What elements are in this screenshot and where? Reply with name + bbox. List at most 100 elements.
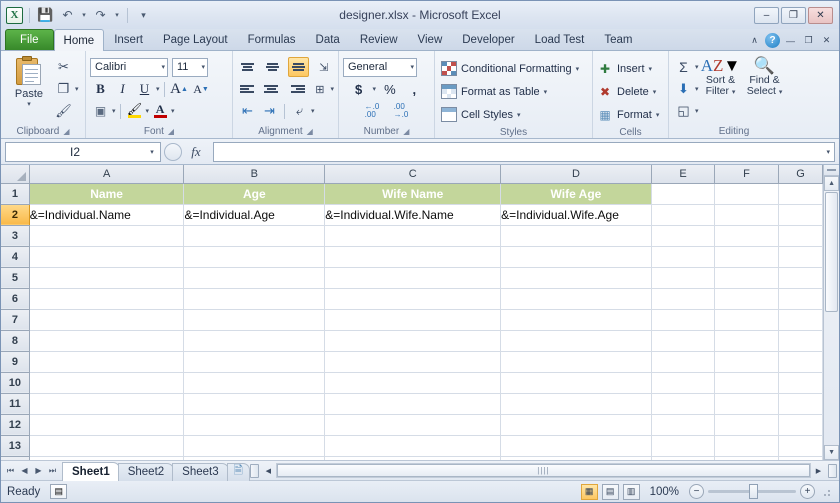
cell-G2[interactable] [778,204,824,226]
workbook-restore-icon[interactable]: ❐ [801,35,816,46]
insert-cells-button[interactable]: ✚ Insert ▾ [597,57,664,80]
cell-C5[interactable] [324,267,502,289]
cell-B5[interactable] [183,267,326,289]
fill-color-icon[interactable]: 🖌 [125,101,145,122]
delete-cells-button[interactable]: ✖ Delete ▾ [597,80,664,103]
format-caret-icon[interactable]: ▾ [656,111,660,119]
merge-caret-icon[interactable]: ▾ [331,85,335,93]
tab-view[interactable]: View [408,29,453,50]
help-icon[interactable]: ? [765,33,780,48]
row-header-2[interactable]: 2 [1,204,30,226]
horizontal-scroll-thumb[interactable]: |||| [276,464,810,477]
cell-G10[interactable] [778,372,824,394]
cell-A13[interactable] [29,435,185,457]
tab-load-test[interactable]: Load Test [525,29,595,50]
last-sheet-icon[interactable]: ⏭ [46,466,59,476]
cell-B11[interactable] [183,393,326,415]
sort-filter-caret-icon[interactable]: ▾ [732,89,736,96]
conditional-formatting-caret-icon[interactable]: ▾ [576,65,580,73]
cell-E3[interactable] [651,225,716,247]
column-header-a[interactable]: A [29,165,185,184]
cell-E14[interactable] [651,456,716,460]
row-header-4[interactable]: 4 [1,246,30,268]
customize-qat-icon[interactable]: ▾ [134,6,153,25]
row-header-10[interactable]: 10 [1,372,30,394]
cell-B1[interactable]: Age [183,183,326,205]
cell-A7[interactable] [29,309,185,331]
scroll-up-arrow-icon[interactable]: ▲ [824,176,839,191]
cell-C7[interactable] [324,309,502,331]
normal-view-button[interactable]: ▦ [580,483,598,500]
top-align-button[interactable] [237,57,257,77]
cell-F11[interactable] [714,393,779,415]
font-color-caret-icon[interactable]: ▾ [171,107,175,115]
row-header-3[interactable]: 3 [1,225,30,247]
zoom-slider-track[interactable] [708,484,796,499]
cell-G4[interactable] [778,246,824,268]
scroll-left-arrow-icon[interactable]: ◀ [261,463,276,478]
delete-caret-icon[interactable]: ▾ [653,88,657,96]
cell-A9[interactable] [29,351,185,373]
cell-styles-button[interactable]: Cell Styles ▾ [439,103,588,126]
cell-B13[interactable] [183,435,326,457]
cell-D13[interactable] [500,435,652,457]
clear-icon[interactable]: ◱ [673,101,694,121]
cell-B12[interactable] [183,414,326,436]
tab-home[interactable]: Home [53,29,105,51]
cell-B3[interactable] [183,225,326,247]
expand-formula-bar-icon[interactable]: ▾ [826,148,830,156]
formula-input[interactable]: ▾ [213,141,835,162]
insert-function-icon[interactable]: fx [182,144,210,160]
cell-F9[interactable] [714,351,779,373]
cell-F6[interactable] [714,288,779,310]
middle-align-button[interactable] [287,57,309,77]
italic-button[interactable]: I [112,79,133,99]
cell-B8[interactable] [183,330,326,352]
middle-align-button-inactive[interactable] [262,57,282,77]
cell-C6[interactable] [324,288,502,310]
cell-E8[interactable] [651,330,716,352]
macro-record-icon[interactable]: ▤ [50,484,68,499]
autosum-icon[interactable]: Σ [673,57,694,77]
cell-G3[interactable] [778,225,824,247]
cell-E2[interactable] [651,204,716,226]
cell-D7[interactable] [500,309,652,331]
cell-B9[interactable] [183,351,326,373]
shrink-font-icon[interactable]: A ▼ [191,79,212,99]
font-name-input[interactable]: Calibri ▾ [90,57,168,77]
row-header-11[interactable]: 11 [1,393,30,415]
cell-B10[interactable] [183,372,326,394]
sheet-tab-sheet1[interactable]: Sheet1 [62,461,120,481]
cell-A1[interactable]: Name [29,183,185,205]
tab-data[interactable]: Data [306,29,350,50]
cell-F7[interactable] [714,309,779,331]
cell-D2[interactable]: &=Individual.Wife.Age [500,204,652,226]
cell-E6[interactable] [651,288,716,310]
cell-G11[interactable] [778,393,824,415]
orientation-icon[interactable]: ⇲ [314,57,334,77]
cell-D14[interactable] [500,456,652,460]
find-and-select-button[interactable]: 🔍 Find & Select ▾ [743,54,787,124]
font-size-input[interactable]: 11 ▾ [172,57,208,77]
insert-worksheet-icon[interactable]: 🗎 [226,462,250,481]
close-button[interactable]: ✕ [808,6,833,24]
percent-icon[interactable]: % [379,79,400,99]
collapse-ribbon-icon[interactable]: ∧ [747,35,762,46]
cell-A5[interactable] [29,267,185,289]
copy-caret-icon[interactable]: ▾ [75,85,79,93]
decrease-decimal-icon[interactable]: .00 →.0 [391,101,412,121]
cell-C1[interactable]: Wife Name [324,183,502,205]
font-color-icon[interactable]: A [150,101,170,122]
cell-F5[interactable] [714,267,779,289]
prev-sheet-icon[interactable]: ◀ [18,466,31,475]
zoom-out-button[interactable]: − [689,484,704,499]
resize-grip[interactable] [823,486,833,497]
paste-caret-icon[interactable]: ▾ [27,100,31,108]
row-header-14[interactable]: 14 [1,456,30,460]
cell-C2[interactable]: &=Individual.Wife.Name [324,204,502,226]
cell-G9[interactable] [778,351,824,373]
wrap-text-caret-icon[interactable]: ▾ [311,107,315,115]
cell-F10[interactable] [714,372,779,394]
zoom-slider-thumb[interactable] [749,484,758,499]
cell-E13[interactable] [651,435,716,457]
